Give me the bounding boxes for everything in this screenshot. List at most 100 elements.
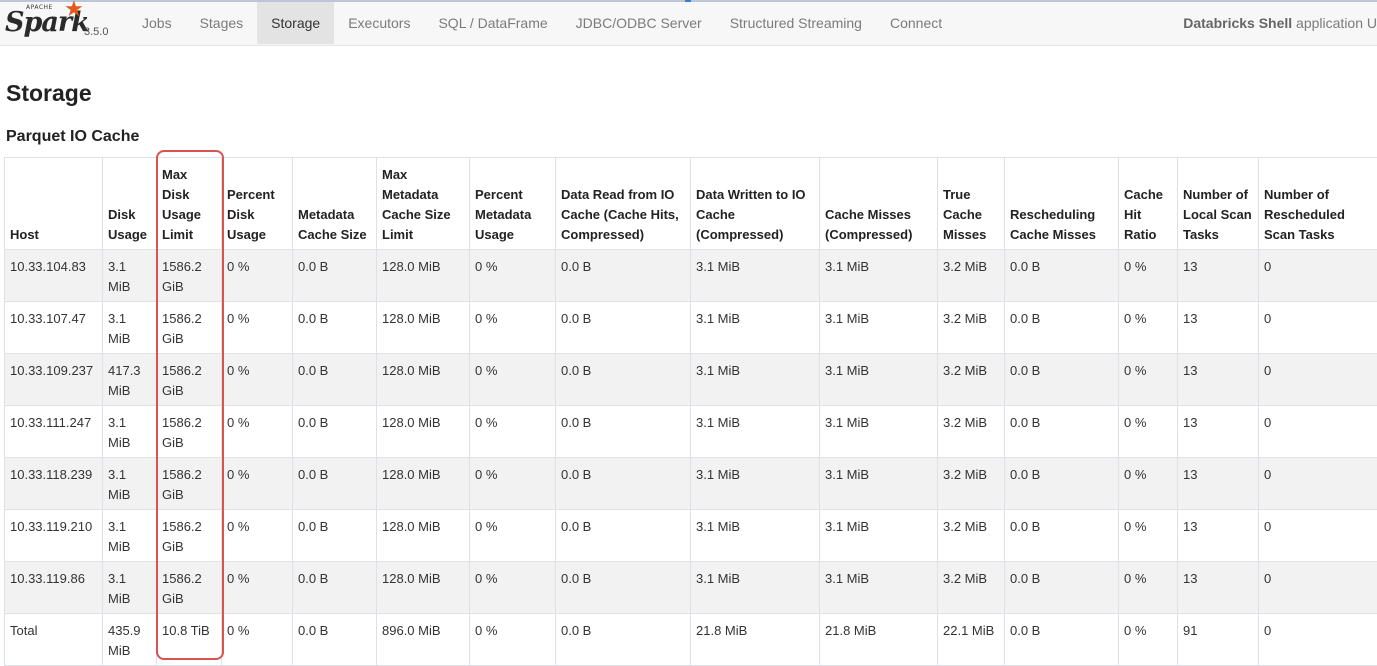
table-cell: 0	[1259, 510, 1377, 562]
tab-structured-streaming[interactable]: Structured Streaming	[716, 2, 876, 44]
table-cell: 0.0 B	[1005, 250, 1119, 302]
table-cell: 3.1 MiB	[691, 406, 820, 458]
table-cell: 0.0 B	[293, 354, 377, 406]
page-title: Storage	[6, 80, 92, 107]
column-header[interactable]: Max Disk Usage Limit	[157, 158, 222, 250]
table-cell: 0 %	[470, 614, 556, 666]
table-cell: 3.1 MiB	[820, 562, 938, 614]
table-cell: 128.0 MiB	[377, 510, 470, 562]
table-cell: 0	[1259, 302, 1377, 354]
table-cell: 128.0 MiB	[377, 562, 470, 614]
column-header[interactable]: Percent Metadata Usage	[470, 158, 556, 250]
table-cell: 0.0 B	[293, 458, 377, 510]
table-cell: 1586.2 GiB	[157, 302, 222, 354]
column-header[interactable]: Metadata Cache Size	[293, 158, 377, 250]
table-cell: 0.0 B	[1005, 562, 1119, 614]
table-cell: 3.1 MiB	[103, 562, 157, 614]
table-cell: 896.0 MiB	[377, 614, 470, 666]
table-cell: 1586.2 GiB	[157, 510, 222, 562]
column-header[interactable]: Number of Rescheduled Scan Tasks	[1259, 158, 1377, 250]
spark-logo[interactable]: APACHE Spark ★ 3.5.0	[4, 4, 116, 44]
table-cell: 10.33.107.47	[5, 302, 103, 354]
column-header[interactable]: Percent Disk Usage	[222, 158, 293, 250]
table-total-row: Total435.9 MiB10.8 TiB0 %0.0 B896.0 MiB0…	[5, 614, 1377, 666]
tab-jdbc-odbc-server[interactable]: JDBC/ODBC Server	[562, 2, 716, 44]
table-cell: 3.1 MiB	[820, 510, 938, 562]
table-row: 10.33.118.2393.1 MiB1586.2 GiB0 %0.0 B12…	[5, 458, 1377, 510]
table-cell: 13	[1178, 562, 1259, 614]
table-cell: 10.33.111.247	[5, 406, 103, 458]
table-cell: 0 %	[222, 354, 293, 406]
table-cell: 3.2 MiB	[938, 354, 1005, 406]
section-title-parquet-io-cache[interactable]: Parquet IO Cache	[6, 128, 139, 146]
table-cell: 3.1 MiB	[691, 510, 820, 562]
table-cell: 10.33.109.237	[5, 354, 103, 406]
column-header[interactable]: Data Written to IO Cache (Compressed)	[691, 158, 820, 250]
table-cell: 13	[1178, 510, 1259, 562]
column-header[interactable]: Number of Local Scan Tasks	[1178, 158, 1259, 250]
table-cell: 417.3 MiB	[103, 354, 157, 406]
table-cell: 0 %	[1119, 250, 1178, 302]
table-cell: 0 %	[222, 562, 293, 614]
table-cell: 0	[1259, 250, 1377, 302]
table-cell: 3.1 MiB	[691, 302, 820, 354]
table-row: 10.33.107.473.1 MiB1586.2 GiB0 %0.0 B128…	[5, 302, 1377, 354]
table-cell: 0 %	[1119, 354, 1178, 406]
table-cell: 22.1 MiB	[938, 614, 1005, 666]
table-cell: 0	[1259, 354, 1377, 406]
column-header[interactable]: Disk Usage	[103, 158, 157, 250]
table-cell: 13	[1178, 458, 1259, 510]
tab-jobs[interactable]: Jobs	[128, 2, 186, 44]
column-header[interactable]: Host	[5, 158, 103, 250]
column-header[interactable]: Rescheduling Cache Misses	[1005, 158, 1119, 250]
table-cell: 0.0 B	[293, 510, 377, 562]
table-cell: 0 %	[470, 510, 556, 562]
column-header[interactable]: True Cache Misses	[938, 158, 1005, 250]
table-cell: 3.1 MiB	[103, 510, 157, 562]
table-cell: 3.1 MiB	[820, 354, 938, 406]
column-header[interactable]: Data Read from IO Cache (Cache Hits, Com…	[556, 158, 691, 250]
table-cell: 0.0 B	[1005, 510, 1119, 562]
table-cell: 435.9 MiB	[103, 614, 157, 666]
table-cell: 0.0 B	[556, 302, 691, 354]
column-header[interactable]: Max Metadata Cache Size Limit	[377, 158, 470, 250]
table-cell: 3.2 MiB	[938, 510, 1005, 562]
tab-storage[interactable]: Storage	[257, 2, 334, 44]
tab-stages[interactable]: Stages	[186, 2, 258, 44]
table-cell: 0.0 B	[556, 510, 691, 562]
table-cell: 0.0 B	[556, 250, 691, 302]
table-cell: 3.1 MiB	[820, 458, 938, 510]
table-row: 10.33.111.2473.1 MiB1586.2 GiB0 %0.0 B12…	[5, 406, 1377, 458]
table-cell: 0	[1259, 406, 1377, 458]
column-header[interactable]: Cache Misses (Compressed)	[820, 158, 938, 250]
table-cell: 3.2 MiB	[938, 250, 1005, 302]
table-cell: 0 %	[222, 302, 293, 354]
table-cell: 3.1 MiB	[820, 302, 938, 354]
table-cell: 0 %	[470, 458, 556, 510]
table-cell: 21.8 MiB	[691, 614, 820, 666]
table-cell: 3.1 MiB	[103, 250, 157, 302]
table-cell: 0.0 B	[556, 458, 691, 510]
table-cell: 0 %	[1119, 302, 1178, 354]
table-cell: 0.0 B	[556, 406, 691, 458]
table-cell: 0.0 B	[1005, 406, 1119, 458]
table-cell: 3.1 MiB	[103, 458, 157, 510]
tab-sql-dataframe[interactable]: SQL / DataFrame	[424, 2, 561, 44]
table-cell: 0 %	[470, 406, 556, 458]
table-cell: 0 %	[1119, 614, 1178, 666]
table-cell: 0 %	[222, 614, 293, 666]
table-cell: 0 %	[1119, 406, 1178, 458]
table-row: 10.33.104.833.1 MiB1586.2 GiB0 %0.0 B128…	[5, 250, 1377, 302]
application-name: Databricks Shell application U	[1183, 2, 1377, 44]
tab-connect[interactable]: Connect	[876, 2, 956, 44]
table-cell: 21.8 MiB	[820, 614, 938, 666]
column-header[interactable]: Cache Hit Ratio	[1119, 158, 1178, 250]
table-cell: 128.0 MiB	[377, 302, 470, 354]
tab-executors[interactable]: Executors	[334, 2, 424, 44]
table-cell: 0 %	[470, 250, 556, 302]
table-cell: 10.33.119.86	[5, 562, 103, 614]
table-cell: 3.1 MiB	[103, 406, 157, 458]
table-cell: 0 %	[1119, 458, 1178, 510]
table-cell: 0 %	[222, 510, 293, 562]
table-cell: 3.1 MiB	[691, 354, 820, 406]
